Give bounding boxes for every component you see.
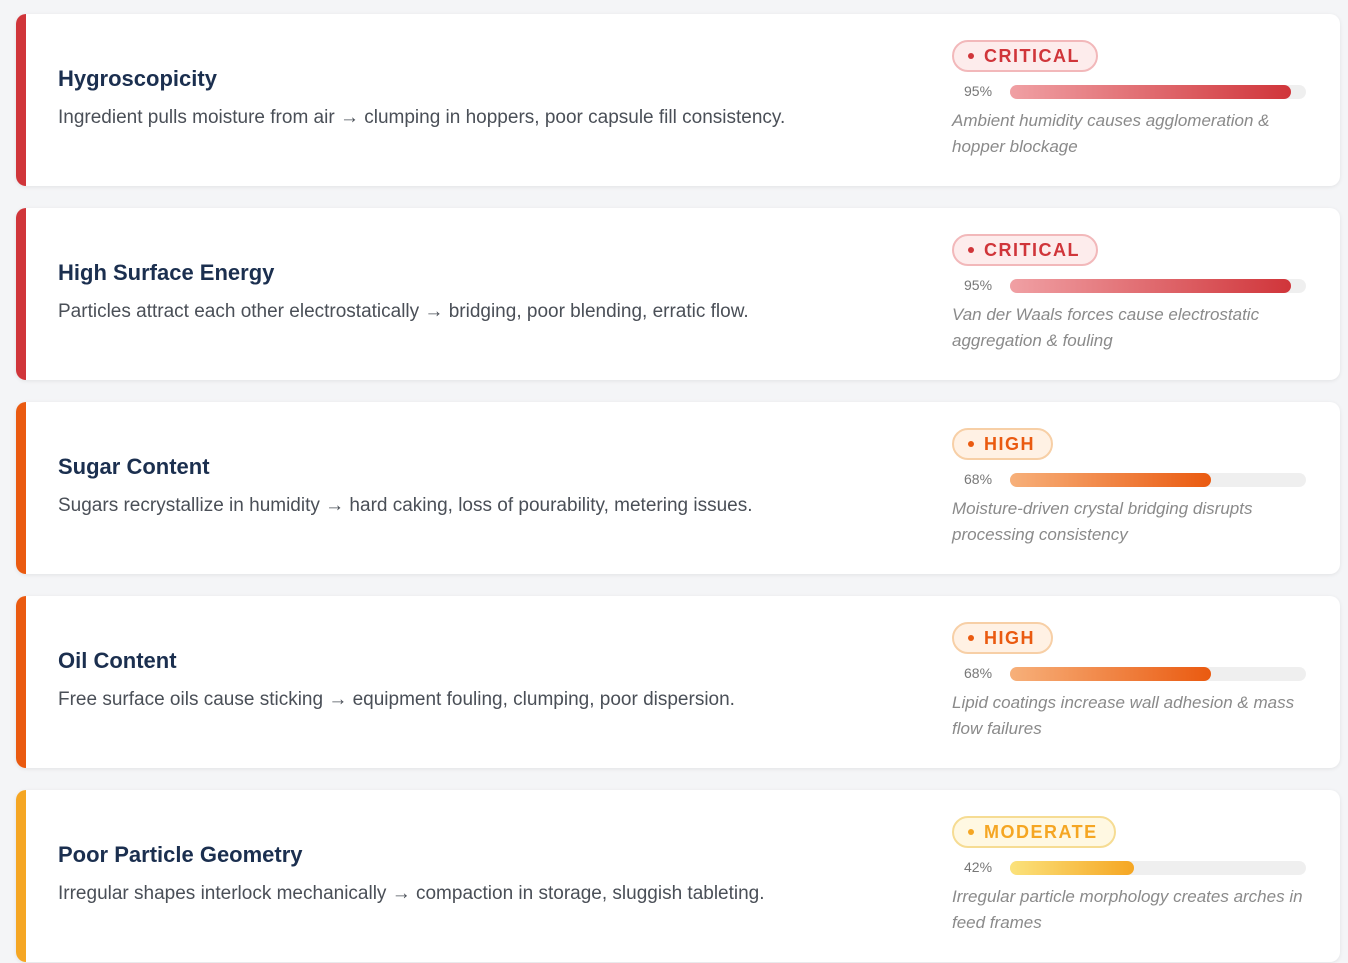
severity-percent: 68%: [964, 665, 993, 681]
severity-percent: 42%: [964, 859, 993, 875]
risk-card-poor-particle-geometry: Poor Particle Geometry Irregular shapes …: [16, 790, 1340, 962]
meter-track: [1010, 861, 1306, 875]
severity-panel: HIGH 68% Moisture-driven crystal bridgin…: [952, 428, 1312, 548]
risk-title: Oil Content: [58, 648, 177, 673]
risk-title: High Surface Energy: [58, 260, 275, 285]
meter-fill: [1010, 279, 1292, 293]
severity-panel: MODERATE 42% Irregular particle morpholo…: [952, 816, 1312, 936]
risk-description: Free surface oils cause sticking → equip…: [58, 689, 735, 710]
risk-card-sugar-content: Sugar Content Sugars recrystallize in hu…: [16, 402, 1340, 574]
risk-card-hygroscopicity: Hygroscopicity Ingredient pulls moisture…: [16, 14, 1340, 186]
risk-title: Poor Particle Geometry: [58, 842, 303, 867]
severity-label: MODERATE: [984, 821, 1098, 842]
meter-fill: [1010, 667, 1212, 681]
severity-panel: HIGH 68% Lipid coatings increase wall ad…: [952, 622, 1312, 742]
meter-track: [1010, 85, 1306, 99]
severity-meter: 68%: [952, 663, 1312, 683]
severity-panel: CRITICAL 95% Ambient humidity causes agg…: [952, 40, 1312, 160]
severity-panel: CRITICAL 95% Van der Waals forces cause …: [952, 234, 1312, 354]
severity-accent-bar: [16, 14, 26, 186]
severity-note: Ambient humidity causes agglomeration & …: [952, 111, 1270, 156]
risk-description: Sugars recrystallize in humidity → hard …: [58, 495, 753, 516]
meter-fill: [1010, 85, 1292, 99]
severity-percent: 95%: [964, 83, 993, 99]
severity-accent-bar: [16, 790, 26, 962]
risk-card-high-surface-energy: High Surface Energy Particles attract ea…: [16, 208, 1340, 380]
dot-icon: [968, 635, 974, 641]
risk-card-oil-content: Oil Content Free surface oils cause stic…: [16, 596, 1340, 768]
severity-accent-bar: [16, 402, 26, 574]
dot-icon: [968, 247, 974, 253]
severity-meter: 95%: [952, 81, 1312, 101]
risk-title: Hygroscopicity: [58, 66, 217, 91]
risk-factor-list: Hygroscopicity Ingredient pulls moisture…: [16, 14, 1340, 963]
severity-note: Van der Waals forces cause electrostatic…: [952, 305, 1260, 350]
severity-label: CRITICAL: [984, 45, 1080, 66]
dot-icon: [968, 441, 974, 447]
severity-badge: HIGH: [952, 428, 1053, 460]
severity-accent-bar: [16, 208, 26, 380]
dot-icon: [968, 53, 974, 59]
severity-label: HIGH: [984, 627, 1035, 648]
severity-label: HIGH: [984, 433, 1035, 454]
risk-description: Ingredient pulls moisture from air → clu…: [58, 107, 786, 128]
severity-meter: 42%: [952, 857, 1312, 877]
risk-description: Irregular shapes interlock mechanically …: [58, 883, 765, 904]
meter-fill: [1010, 861, 1135, 875]
severity-note: Irregular particle morphology creates ar…: [952, 887, 1303, 932]
severity-accent-bar: [16, 596, 26, 768]
severity-badge: CRITICAL: [952, 234, 1098, 266]
meter-track: [1010, 279, 1306, 293]
meter-fill: [1010, 473, 1212, 487]
severity-label: CRITICAL: [984, 239, 1080, 260]
severity-meter: 95%: [952, 275, 1312, 295]
severity-note: Moisture-driven crystal bridging disrupt…: [952, 499, 1253, 544]
dot-icon: [968, 829, 974, 835]
severity-meter: 68%: [952, 469, 1312, 489]
risk-title: Sugar Content: [58, 454, 210, 479]
meter-track: [1010, 667, 1306, 681]
severity-badge: MODERATE: [952, 816, 1116, 848]
severity-badge: HIGH: [952, 622, 1053, 654]
risk-description: Particles attract each other electrostat…: [58, 301, 749, 322]
severity-note: Lipid coatings increase wall adhesion & …: [952, 693, 1295, 738]
severity-percent: 68%: [964, 471, 993, 487]
severity-badge: CRITICAL: [952, 40, 1098, 72]
severity-percent: 95%: [964, 277, 993, 293]
meter-track: [1010, 473, 1306, 487]
